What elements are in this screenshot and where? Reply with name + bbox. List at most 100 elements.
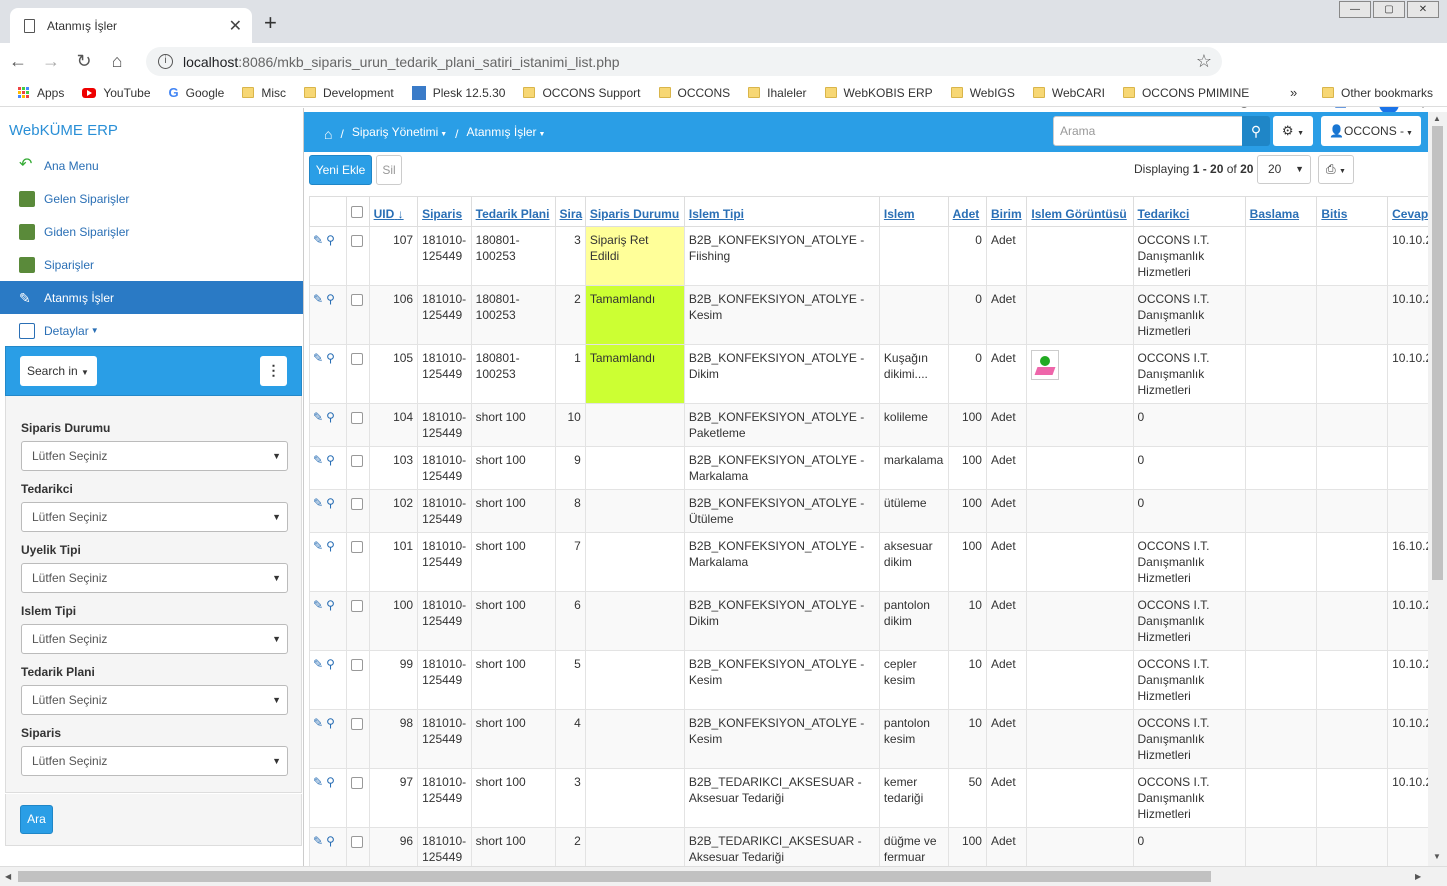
new-tab-icon[interactable]: + [264,10,277,36]
col-cevap[interactable]: Cevap T [1387,196,1428,227]
scroll-up-icon[interactable]: ▲ [1433,114,1441,123]
row-checkbox[interactable] [351,235,364,247]
col-siparis[interactable]: Siparis [417,196,472,227]
view-magnifier-icon[interactable]: ⚲ [326,716,335,730]
view-magnifier-icon[interactable]: ⚲ [326,453,335,467]
view-magnifier-icon[interactable]: ⚲ [326,539,335,553]
home-icon[interactable]: ⌂ [102,51,132,72]
table-row[interactable]: ✎ ⚲ 101 181010-125449 short 100 7 B2B_KONFEKSI… [309,532,1428,592]
table-row[interactable]: ✎ ⚲ 106 181010-125449 180801-100253 2 Tamamlan… [309,285,1428,345]
view-magnifier-icon[interactable]: ⚲ [326,233,335,247]
bookmark-occons[interactable]: OCCONS [658,86,730,100]
edit-pencil-icon[interactable]: ✎ [313,453,323,467]
row-select[interactable] [346,226,370,286]
filter-select-uyelik-tipi[interactable]: Lütfen Seçiniz ▼ [21,563,288,593]
view-magnifier-icon[interactable]: ⚲ [326,292,335,306]
table-row[interactable]: ✎ ⚲ 105 181010-125449 180801-100253 1 Tamamlan… [309,344,1428,404]
table-row[interactable]: ✎ ⚲ 99 181010-125449 short 100 5 B2B_KONFEKSIY… [309,650,1428,710]
bookmark-webigs[interactable]: WebIGS [950,86,1015,100]
breadcrumb-siparis-yonetimi[interactable]: Sipariş Yönetimi ▼ [352,112,447,155]
sidebar-item-atanmis-isler[interactable]: ✎ Atanmış İşler [0,281,303,314]
row-checkbox[interactable] [351,600,364,612]
more-options-button[interactable]: ⋮ [260,356,287,386]
table-row[interactable]: ✎ ⚲ 107 181010-125449 180801-100253 3 Sipariş … [309,226,1428,286]
row-checkbox[interactable] [351,353,364,365]
bookmark-misc[interactable]: Misc [242,86,286,100]
col-birim[interactable]: Birim [985,196,1028,227]
row-select[interactable] [346,650,370,710]
table-row[interactable]: ✎ ⚲ 97 181010-125449 short 100 3 B2B_TEDARIKCI… [309,768,1428,828]
col-siparis-durumu[interactable]: Siparis Durumu [584,196,685,227]
row-checkbox[interactable] [351,294,364,306]
chevron-right-icon[interactable]: » [1290,85,1297,100]
row-select[interactable] [346,827,370,866]
view-magnifier-icon[interactable]: ⚲ [326,834,335,848]
table-row[interactable]: ✎ ⚲ 102 181010-125449 short 100 8 B2B_KONFEKSI… [309,489,1428,533]
brand-title[interactable]: WebKÜME ERP [9,122,118,139]
col-uid[interactable]: UID ↓ [368,196,419,227]
row-checkbox[interactable] [351,541,364,553]
browser-tab[interactable]: Atanmış İşler ✕ [10,8,252,43]
col-islem[interactable]: Islem [878,196,949,227]
delete-button[interactable]: Sil [376,155,402,185]
col-tedarikci[interactable]: Tedarikci [1132,196,1246,227]
search-in-dropdown[interactable]: Search in ▼ [20,356,97,386]
row-select[interactable] [346,285,370,345]
close-window-button[interactable]: ✕ [1407,1,1439,18]
edit-pencil-icon[interactable]: ✎ [313,410,323,424]
row-checkbox[interactable] [351,777,364,789]
scroll-down-icon[interactable]: ▼ [1433,852,1441,861]
view-magnifier-icon[interactable]: ⚲ [326,496,335,510]
sidebar-item-giden-siparisler[interactable]: Giden Siparişler [0,215,303,248]
row-select[interactable] [346,446,370,490]
sidebar-item-detaylar[interactable]: Detaylar ▼ [0,314,303,347]
add-new-button[interactable]: Yeni Ekle [309,155,372,185]
table-row[interactable]: ✎ ⚲ 100 181010-125449 short 100 6 B2B_KONFEKSI… [309,591,1428,651]
view-magnifier-icon[interactable]: ⚲ [326,351,335,365]
vertical-scrollbar[interactable]: ▲ ▼ [1428,112,1447,866]
sidebar-item-ana-menu[interactable]: ↶ Ana Menu [0,149,303,182]
edit-pencil-icon[interactable]: ✎ [313,233,323,247]
sidebar-item-siparisler[interactable]: Siparişler [0,248,303,281]
edit-pencil-icon[interactable]: ✎ [313,775,323,789]
minimize-button[interactable]: — [1339,1,1371,18]
bookmark-youtube[interactable]: YouTube [82,86,151,100]
back-icon[interactable]: ← [3,51,33,72]
row-select[interactable] [346,532,370,592]
select-all-checkbox[interactable] [351,206,364,218]
scroll-right-icon[interactable]: ▶ [1415,872,1421,881]
view-magnifier-icon[interactable]: ⚲ [326,775,335,789]
row-select[interactable] [346,344,370,404]
col-islem-goruntusu[interactable]: Islem Görüntüsü [1026,196,1134,227]
bookmark-apps[interactable]: Apps [18,86,64,100]
forward-icon[interactable]: → [36,51,66,72]
page-size-select[interactable]: 20 ▼ [1257,155,1311,184]
home-icon[interactable]: ⌂ [324,114,332,154]
breadcrumb-atanmis-isler[interactable]: Atanmış İşler ▼ [467,112,546,155]
bookmark-development[interactable]: Development [304,86,394,100]
edit-pencil-icon[interactable]: ✎ [313,351,323,365]
filter-select-tedarikci[interactable]: Lütfen Seçiniz ▼ [21,502,288,532]
bookmark-plesk[interactable]: Plesk 12.5.30 [411,85,505,100]
row-select[interactable] [346,591,370,651]
search-input[interactable]: Arama [1053,116,1243,146]
user-menu-button[interactable]: 👤OCCONS - ▼ [1321,116,1421,146]
edit-pencil-icon[interactable]: ✎ [313,598,323,612]
filter-select-siparis-durumu[interactable]: Lütfen Seçiniz ▼ [21,441,288,471]
col-adet[interactable]: Adet [947,196,987,227]
edit-pencil-icon[interactable]: ✎ [313,496,323,510]
search-icon[interactable]: ⚲ [1242,116,1270,146]
print-button[interactable]: ⎙ ▼ [1318,155,1354,184]
col-select-all[interactable] [346,196,370,227]
bookmark-other[interactable]: Other bookmarks [1322,86,1433,100]
maximize-button[interactable]: ▢ [1373,1,1405,18]
filter-select-islem-tipi[interactable]: Lütfen Seçiniz ▼ [21,624,288,654]
row-checkbox[interactable] [351,498,364,510]
bookmark-occons-pmimine[interactable]: OCCONS PMIMINE [1122,86,1249,100]
col-islem-tipi[interactable]: Islem Tipi [683,196,880,227]
edit-pencil-icon[interactable]: ✎ [313,292,323,306]
edit-pencil-icon[interactable]: ✎ [313,539,323,553]
bookmark-webcari[interactable]: WebCARI [1032,86,1105,100]
bookmark-webkobis[interactable]: WebKOBIS ERP [824,86,933,100]
reload-icon[interactable]: ↻ [69,51,99,72]
